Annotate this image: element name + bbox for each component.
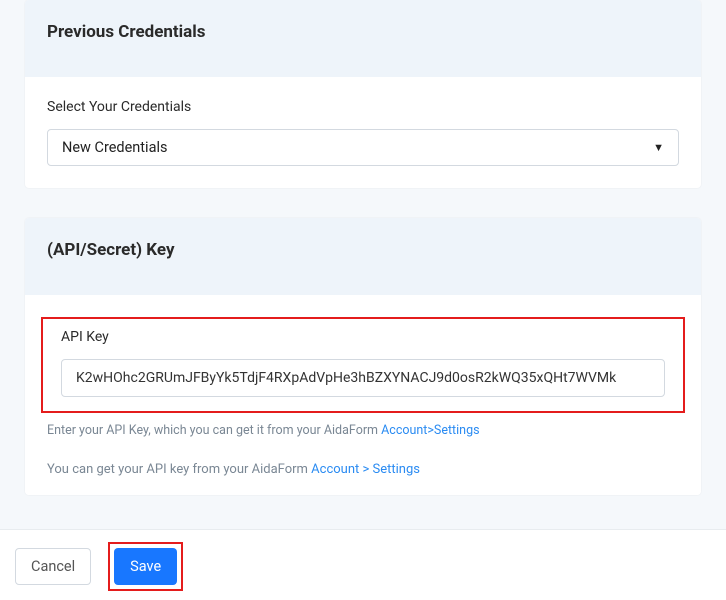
account-settings-link-1[interactable]: Account>Settings [381, 423, 479, 438]
previous-credentials-title: Previous Credentials [47, 22, 679, 42]
api-key-help-2: You can get your API key from your AidaF… [47, 462, 679, 477]
api-key-input[interactable] [61, 359, 665, 397]
api-key-highlight-frame: API Key [41, 317, 685, 413]
account-settings-link-2[interactable]: Account > Settings [311, 462, 420, 477]
save-button[interactable]: Save [114, 548, 177, 585]
select-credentials-label: Select Your Credentials [47, 99, 679, 115]
card-body: Select Your Credentials New Credentials … [25, 77, 701, 188]
footer-bar: Cancel Save [0, 529, 726, 600]
api-secret-title: (API/Secret) Key [47, 240, 679, 260]
caret-down-icon: ▼ [653, 141, 664, 154]
save-highlight-frame: Save [108, 542, 183, 591]
credentials-select[interactable]: New Credentials ▼ [47, 129, 679, 166]
cancel-button[interactable]: Cancel [15, 548, 91, 585]
previous-credentials-card: Previous Credentials Select Your Credent… [25, 0, 701, 188]
card-body: API Key Enter your API Key, which you ca… [25, 295, 701, 495]
credentials-select-value: New Credentials [62, 139, 167, 156]
api-key-label: API Key [61, 329, 665, 345]
card-header: (API/Secret) Key [25, 218, 701, 295]
api-secret-card: (API/Secret) Key API Key Enter your API … [25, 218, 701, 495]
card-header: Previous Credentials [25, 0, 701, 77]
api-key-help-1: Enter your API Key, which you can get it… [47, 423, 679, 438]
